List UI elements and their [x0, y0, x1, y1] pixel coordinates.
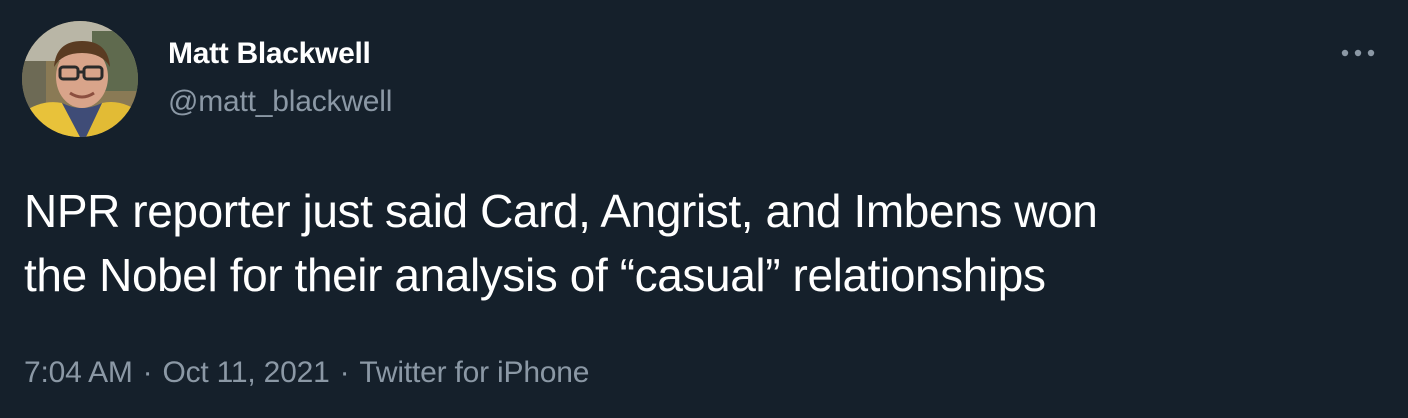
tweet-source[interactable]: Twitter for iPhone: [359, 356, 589, 389]
meta-separator: ·: [339, 356, 350, 389]
tweet-text-line: the Nobel for their analysis of “casual”…: [24, 249, 1046, 301]
author-name[interactable]: Matt Blackwell: [168, 34, 392, 74]
author-info: Matt Blackwell @matt_blackwell: [168, 34, 392, 122]
tweet-meta: 7:04 AM · Oct 11, 2021 · Twitter for iPhone: [24, 352, 589, 394]
tweet-time[interactable]: 7:04 AM: [24, 356, 133, 389]
more-horizontal-icon[interactable]: [1336, 38, 1380, 68]
avatar-image: [22, 21, 138, 137]
author-handle[interactable]: @matt_blackwell: [168, 82, 392, 122]
tweet-text: NPR reporter just said Card, Angrist, an…: [24, 179, 1384, 307]
avatar[interactable]: [22, 21, 138, 137]
tweet-text-line: NPR reporter just said Card, Angrist, an…: [24, 185, 1098, 237]
tweet-card: Matt Blackwell @matt_blackwell NPR repor…: [0, 0, 1408, 418]
meta-separator: ·: [142, 356, 153, 389]
tweet-date[interactable]: Oct 11, 2021: [162, 356, 329, 389]
